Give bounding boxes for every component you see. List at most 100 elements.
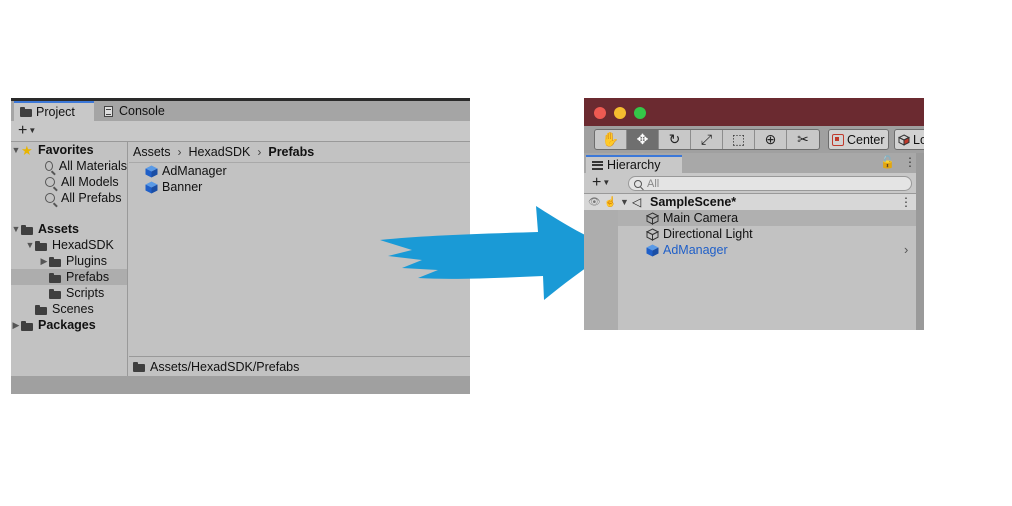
- prefab-icon: [646, 244, 659, 256]
- close-dot-icon[interactable]: [594, 107, 606, 119]
- plus-icon: +: [18, 122, 28, 139]
- asset-label: Banner: [162, 180, 203, 194]
- tree-item-scripts[interactable]: Scripts: [11, 285, 127, 301]
- search-placeholder: All: [647, 177, 660, 190]
- minimize-dot-icon[interactable]: [614, 107, 626, 119]
- scripts-label: Scripts: [66, 286, 105, 300]
- tree-item-favorites[interactable]: ▼ ★ Favorites: [11, 142, 127, 158]
- unity-scene-icon: ◁: [632, 195, 642, 209]
- tab-hierarchy-label: Hierarchy: [607, 158, 661, 172]
- plugins-label: Plugins: [66, 254, 107, 268]
- lock-icon[interactable]: 🔓: [880, 155, 895, 169]
- transform-icon[interactable]: ⊕: [755, 130, 787, 149]
- folder-icon: [49, 288, 62, 299]
- prefab-icon: [145, 181, 158, 194]
- tab-console[interactable]: Console: [97, 101, 171, 121]
- hand-icon[interactable]: ✋: [595, 130, 627, 149]
- local-cube-icon: [898, 133, 910, 146]
- folder-icon: [49, 256, 62, 267]
- expand-arrow-icon[interactable]: ▶: [11, 320, 21, 331]
- expand-arrow-icon[interactable]: ▼: [11, 224, 21, 234]
- search-icon: [634, 179, 642, 188]
- expand-arrow-icon[interactable]: ▼: [11, 145, 21, 155]
- custom-tool-icon[interactable]: ✂: [787, 130, 819, 149]
- tab-controls: 🔓 ⋮: [880, 155, 916, 169]
- gameobject-icon: [646, 227, 659, 241]
- expand-arrow-icon[interactable]: ▶: [39, 256, 49, 267]
- rect-icon[interactable]: ⬚: [723, 130, 755, 149]
- hexadsdk-label: HexadSDK: [52, 238, 114, 252]
- favorite-label: All Prefabs: [61, 191, 122, 205]
- hierarchy-item-label: Main Camera: [663, 211, 739, 225]
- create-button[interactable]: + ▼: [592, 174, 610, 192]
- breadcrumb: Assets › HexadSDK › Prefabs: [129, 142, 470, 163]
- favorite-label: All Materials: [58, 159, 127, 173]
- gameobject-icon: [646, 211, 659, 225]
- favorite-item[interactable]: All Models: [11, 174, 127, 190]
- scene-name: SampleScene*: [650, 195, 737, 209]
- rotate-icon[interactable]: ↻: [659, 130, 691, 149]
- project-toolbar: + ▼: [11, 121, 470, 142]
- path-bar: Assets/HexadSDK/Prefabs: [129, 356, 470, 376]
- scene-tools-bar: ✋ ✥ ↻ ⤢ ⬚ ⊕ ✂ Center Lo: [584, 126, 924, 153]
- tree-item-prefabs[interactable]: Prefabs: [11, 269, 127, 285]
- folder-icon: [49, 272, 62, 283]
- tree-item-packages[interactable]: ▶ Packages: [11, 317, 127, 333]
- pivot-local-button[interactable]: Lo: [894, 129, 924, 150]
- folder-tree: ▼ ★ Favorites All Materials All Models A…: [11, 142, 128, 376]
- scale-icon[interactable]: ⤢: [691, 130, 723, 149]
- prefabs-label: Prefabs: [66, 270, 110, 284]
- expand-arrow-icon[interactable]: ▼: [620, 197, 629, 207]
- pivot-center-button[interactable]: Center: [828, 129, 889, 150]
- chevron-right-icon: ›: [257, 145, 262, 159]
- folder-icon: [35, 304, 48, 315]
- tree-item-hexadsdk[interactable]: ▼ HexadSDK: [11, 237, 127, 253]
- window-titlebar: [584, 98, 924, 126]
- pivot-center-label: Center: [847, 132, 885, 147]
- path-label: Assets/HexadSDK/Prefabs: [150, 359, 300, 374]
- more-options-icon[interactable]: ⋮: [904, 155, 916, 169]
- create-button[interactable]: + ▼: [18, 122, 36, 140]
- hierarchy-item-label: Directional Light: [663, 227, 753, 241]
- pick-hand-icon[interactable]: ☝: [604, 197, 616, 208]
- breadcrumb-item[interactable]: HexadSDK: [189, 145, 251, 159]
- move-icon[interactable]: ✥: [627, 130, 659, 149]
- tab-console-label: Console: [119, 104, 165, 118]
- hierarchy-item-main-camera[interactable]: Main Camera: [646, 210, 738, 226]
- console-icon: [103, 106, 115, 117]
- folder-icon: [20, 107, 32, 117]
- bottom-strip: [11, 376, 470, 394]
- tree-item-plugins[interactable]: ▶ Plugins: [11, 253, 127, 269]
- breadcrumb-item[interactable]: Assets: [133, 145, 171, 159]
- asset-item-admanager[interactable]: AdManager: [145, 163, 227, 179]
- favorite-label: All Models: [61, 175, 119, 189]
- prefab-icon: [145, 165, 158, 178]
- folder-icon: [21, 320, 34, 331]
- chevron-right-icon: ›: [177, 145, 182, 159]
- hierarchy-item-directional-light[interactable]: Directional Light: [646, 226, 753, 242]
- hierarchy-window: ✋ ✥ ↻ ⤢ ⬚ ⊕ ✂ Center Lo Hierarchy 🔓 ⋮ + …: [584, 98, 924, 330]
- hierarchy-toolbar: + ▼ All: [584, 173, 916, 194]
- scene-row[interactable]: 👁 ☝ ▼ ◁ SampleScene* ⋮: [584, 194, 916, 210]
- breadcrumb-item-current[interactable]: Prefabs: [268, 145, 314, 159]
- asset-item-banner[interactable]: Banner: [145, 179, 202, 195]
- project-tabbar: Project Console: [11, 101, 470, 121]
- tree-item-assets[interactable]: ▼ Assets: [11, 221, 127, 237]
- expand-arrow-icon[interactable]: ▼: [25, 240, 35, 250]
- packages-label: Packages: [38, 318, 96, 332]
- favorite-item[interactable]: All Materials: [11, 158, 127, 174]
- tab-project-label: Project: [36, 105, 75, 119]
- favorite-item[interactable]: All Prefabs: [11, 190, 127, 206]
- tab-hierarchy[interactable]: Hierarchy: [586, 155, 682, 173]
- scene-menu-icon[interactable]: ⋮: [900, 195, 912, 209]
- search-input[interactable]: All: [628, 176, 912, 191]
- zoom-dot-icon[interactable]: [634, 107, 646, 119]
- chevron-right-icon[interactable]: ›: [904, 242, 908, 257]
- tree-item-scenes[interactable]: Scenes: [11, 301, 127, 317]
- tab-project[interactable]: Project: [14, 101, 94, 121]
- asset-label: AdManager: [162, 164, 227, 178]
- eye-icon[interactable]: 👁: [588, 197, 601, 208]
- hierarchy-item-admanager[interactable]: AdManager: [646, 242, 728, 258]
- caret-down-icon: ▼: [602, 178, 611, 187]
- search-icon: [45, 161, 53, 171]
